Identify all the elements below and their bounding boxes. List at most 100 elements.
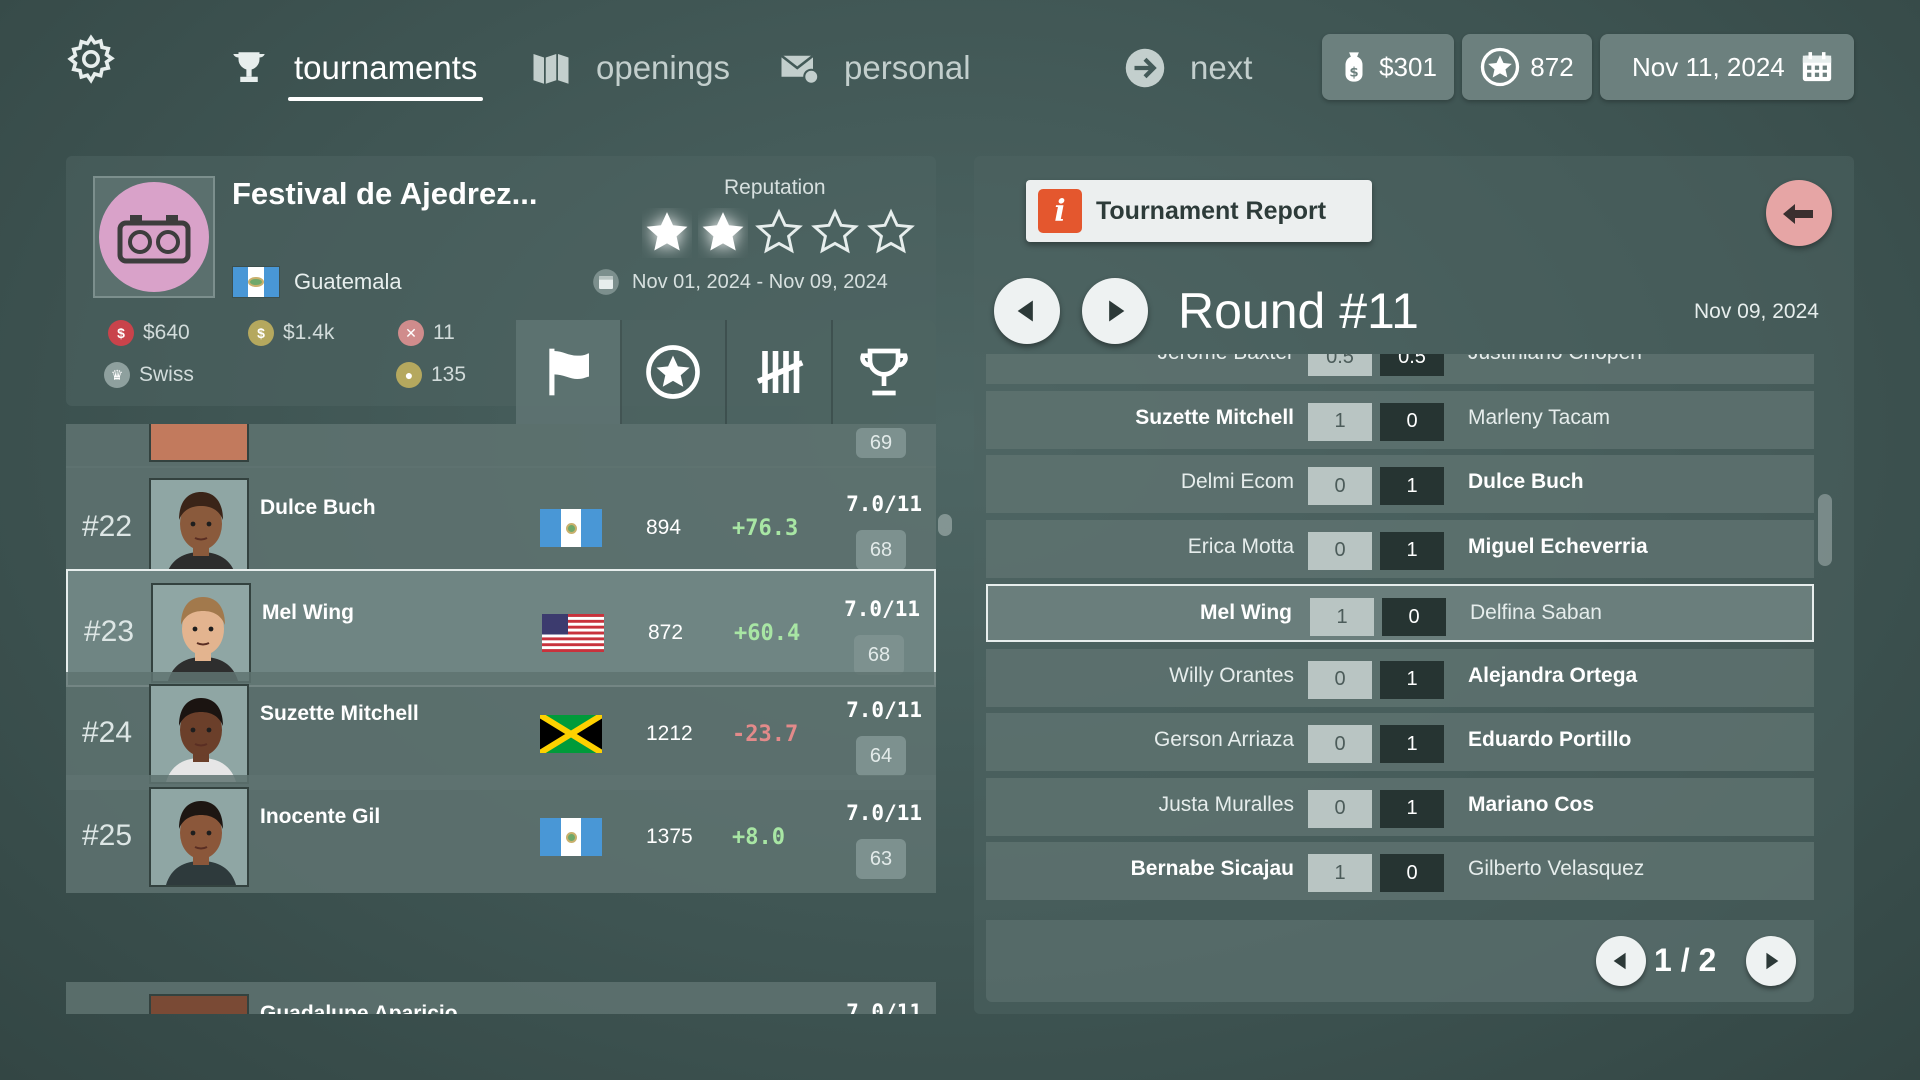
black-player: Dulce Buch [1468, 470, 1584, 493]
avatar [149, 684, 249, 784]
mail-icon [780, 54, 820, 85]
tab-personal[interactable]: personal [778, 38, 977, 98]
tournament-report-button[interactable]: i Tournament Report [1026, 180, 1372, 242]
player-name: Suzette Mitchell [260, 702, 419, 725]
calendar-icon [1802, 52, 1832, 82]
tab-openings[interactable]: openings [530, 38, 736, 98]
guatemala-flag-icon [232, 266, 280, 298]
standings-list[interactable]: 69 #22 Dulce Buch 894 +76.3 7.0/11 68 #23 Mel W… [66, 424, 936, 1014]
tournament-dates: Nov 01, 2024 - Nov 09, 2024 [592, 268, 888, 296]
star-badge-icon [646, 345, 701, 399]
player-score: 7.0/11 [846, 492, 922, 516]
points-badge: 64 [856, 736, 906, 776]
svg-text:$: $ [1349, 66, 1358, 81]
white-player: Erica Motta [1187, 534, 1294, 558]
black-score: 0 [1382, 598, 1446, 636]
white-player: Willy Orantes [1169, 663, 1294, 687]
player-score: 7.0/11 [846, 1000, 922, 1014]
players-stat: ● 135 [396, 362, 466, 388]
pairings-list[interactable]: Jerome Baxter 0.5 0.5 Justiniano Chopen Suze… [986, 354, 1814, 914]
previous-round-button[interactable] [994, 278, 1060, 344]
next-round-button[interactable] [1082, 278, 1148, 344]
tab-tournaments[interactable]: tournaments [228, 38, 484, 101]
rating-change: +60.4 [734, 621, 801, 646]
avatar [149, 424, 249, 462]
book-icon [533, 54, 569, 84]
money-display: $ $301 [1322, 34, 1454, 100]
white-player: Justa Muralles [1158, 792, 1294, 816]
rating-change: -23.7 [732, 722, 799, 747]
points-badge: 69 [856, 428, 906, 458]
star-filled-icon [646, 212, 688, 251]
table-row[interactable]: #22 Dulce Buch 894 +76.3 7.0/11 68 [66, 466, 936, 584]
table-row[interactable]: Guadalupe Aparicio 7.0/11 [66, 982, 936, 1014]
player-flag [540, 818, 603, 856]
avatar [149, 994, 249, 1014]
standings-scrollbar[interactable] [938, 514, 952, 536]
tournament-panel: Festival de Ajedrez... Guatemala Reputat… [66, 156, 936, 1014]
tab-rounds[interactable] [727, 320, 833, 424]
pairing-row[interactable]: Jerome Baxter 0.5 0.5 Justiniano Chopen [986, 354, 1814, 384]
player-elo: 894 [646, 516, 682, 539]
black-score: 1 [1380, 725, 1444, 763]
white-score: 1 [1308, 402, 1372, 441]
avatar [149, 787, 249, 887]
date-display[interactable]: Nov 11, 2024 [1600, 34, 1854, 100]
tournament-title: Festival de Ajedrez... [232, 176, 538, 211]
money-bag-icon: $ [248, 320, 274, 346]
usa-flag-icon [542, 614, 604, 653]
pairing-row[interactable]: Bernabe Sicajau 1 0 Gilberto Velasquez [986, 842, 1814, 900]
black-score: 0 [1380, 402, 1444, 441]
tab-country[interactable] [516, 320, 622, 424]
player-rank: #25 [82, 819, 133, 852]
player-rank: #24 [82, 716, 133, 749]
next-button[interactable]: next [1124, 38, 1258, 98]
avatar [151, 583, 251, 683]
white-player: Delmi Ecom [1180, 470, 1294, 493]
table-row[interactable]: #25 Inocente Gil 1375 +8.0 7.0/11 63 [66, 775, 936, 893]
table-row[interactable]: #23 Mel Wing 872 +60.4 7.0/11 68 [66, 569, 936, 687]
pairing-row[interactable]: Gerson Arriaza 0 1 Eduardo Portillo [986, 713, 1814, 771]
white-player: Mel Wing [1200, 601, 1292, 624]
pairing-row[interactable]: Willy Orantes 0 1 Alejandra Ortega [986, 648, 1814, 707]
player-elo: 1375 [646, 825, 693, 848]
pairing-row[interactable]: Erica Motta 0 1 Miguel Echeverria [986, 519, 1814, 578]
black-player: Delfina Saban [1470, 601, 1602, 624]
gear-icon[interactable] [64, 32, 118, 86]
points-badge: 68 [854, 635, 904, 675]
tab-prizes[interactable] [833, 320, 937, 424]
tab-openings-label: openings [596, 49, 730, 86]
next-page-button[interactable] [1746, 936, 1796, 986]
tournament-tabs [516, 320, 936, 424]
round-title: Round #11 [1178, 283, 1419, 339]
pairing-row[interactable]: Justa Muralles 0 1 Mariano Cos [986, 777, 1814, 836]
player-score: 7.0/11 [846, 698, 922, 722]
rating-change: +76.3 [732, 516, 799, 541]
tab-rating[interactable] [622, 320, 727, 424]
pairing-row[interactable]: Suzette Mitchell 1 0 Marleny Tacam [986, 390, 1814, 449]
tournament-logo [93, 176, 215, 298]
money-bag-icon: $ [1345, 52, 1363, 82]
table-row[interactable]: 69 [66, 424, 936, 468]
arrow-left-icon [1017, 300, 1033, 322]
star-empty-icon [811, 208, 859, 254]
tally-icon [756, 351, 804, 393]
black-player: Gilberto Velasquez [1468, 857, 1645, 880]
back-button[interactable] [1766, 180, 1832, 246]
tournament-report-label: Tournament Report [1096, 196, 1327, 225]
white-score: 0 [1308, 789, 1372, 828]
pairing-row[interactable]: Mel Wing 1 0 Delfina Saban [986, 584, 1814, 642]
trophy-icon [860, 348, 908, 396]
rating-display: 872 [1462, 34, 1592, 100]
calendar-icon [593, 269, 619, 295]
black-score: 0.5 [1380, 354, 1444, 376]
pairings-scrollbar[interactable] [1818, 494, 1832, 566]
page-indicator: 1 / 2 [1654, 942, 1717, 978]
players-value: 135 [431, 363, 467, 386]
previous-page-button[interactable] [1596, 936, 1646, 986]
tab-tournaments-label: tournaments [288, 49, 484, 101]
pairing-row[interactable]: Delmi Ecom 0 1 Dulce Buch [986, 455, 1814, 513]
jamaica-flag-icon [538, 712, 604, 756]
table-row[interactable]: #24 Suzette Mitchell 1212 -23.7 7.0/11 64 [66, 672, 936, 790]
star-badge-icon [1481, 47, 1520, 87]
